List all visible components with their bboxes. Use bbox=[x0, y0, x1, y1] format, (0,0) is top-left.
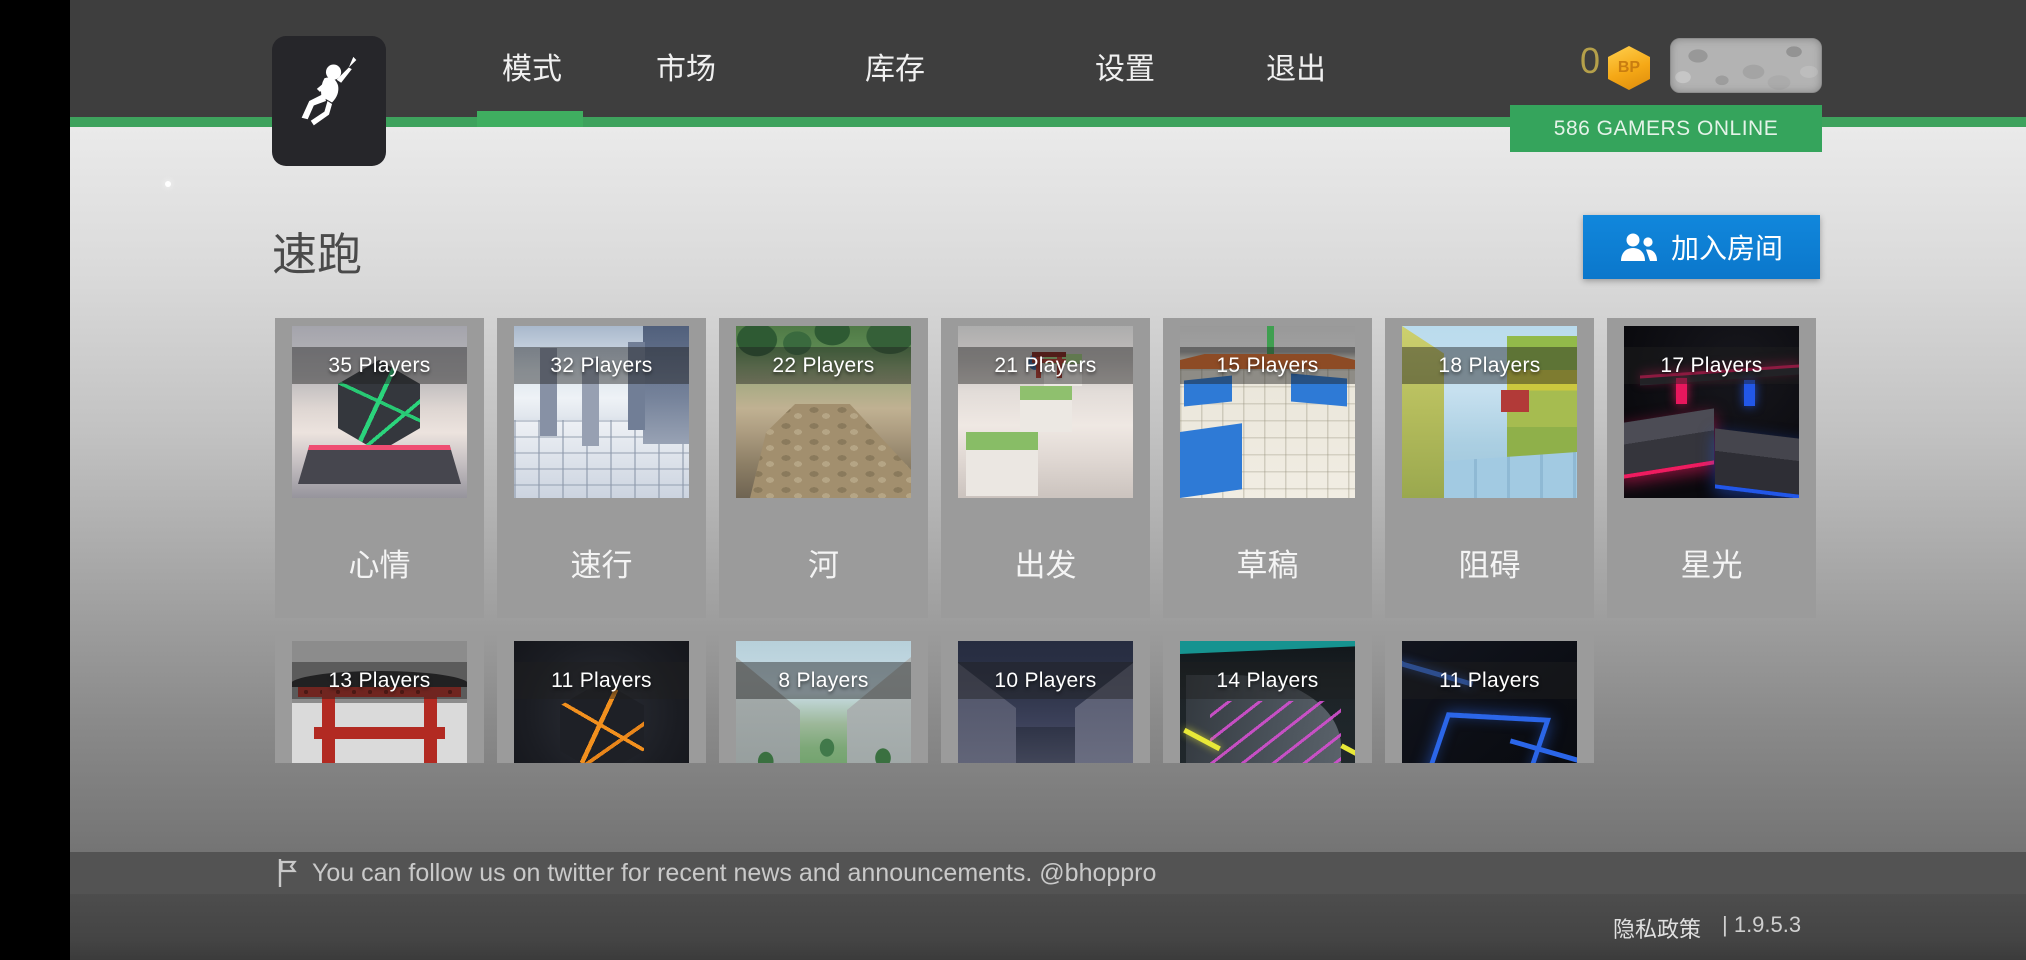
map-card-xingguang[interactable]: 17 Players 星光 bbox=[1607, 318, 1816, 618]
player-count-strip: 13 Players bbox=[292, 662, 467, 699]
dust-particle bbox=[165, 181, 171, 187]
map-card-orange-cube[interactable]: 11 Players bbox=[497, 633, 706, 763]
thumb-decor bbox=[736, 641, 911, 763]
join-room-label: 加入房间 bbox=[1670, 233, 1783, 264]
game-menu-screen: 模式 市场 库存 设置 退出 0 BP 586 GAMERS ONLINE 速跑… bbox=[0, 0, 2026, 960]
map-card-torii[interactable]: 13 Players bbox=[275, 633, 484, 763]
player-count: 15 Players bbox=[1216, 353, 1319, 377]
player-count-strip: 11 Players bbox=[1402, 662, 1577, 699]
player-count-strip: 21 Players bbox=[958, 347, 1133, 384]
player-count-strip: 15 Players bbox=[1180, 347, 1355, 384]
privacy-policy-link[interactable]: 隐私政策 bbox=[1613, 912, 1701, 944]
player-count: 18 Players bbox=[1438, 353, 1541, 377]
map-card-garden[interactable]: 8 Players bbox=[719, 633, 928, 763]
map-card-neon-ramp[interactable]: 14 Players bbox=[1163, 633, 1372, 763]
player-count: 14 Players bbox=[1216, 668, 1319, 692]
player-count: 10 Players bbox=[994, 668, 1097, 692]
map-card-zuai[interactable]: 18 Players 阻碍 bbox=[1385, 318, 1594, 618]
player-count-strip: 35 Players bbox=[292, 347, 467, 384]
map-thumbnail-neon-platforms: 17 Players bbox=[1624, 326, 1799, 498]
thumb-decor bbox=[1180, 423, 1242, 498]
player-count: 17 Players bbox=[1660, 353, 1763, 377]
map-name: 草稿 bbox=[1236, 548, 1299, 583]
map-name: 心情 bbox=[348, 548, 411, 583]
map-name: 河 bbox=[808, 548, 839, 583]
player-count-strip: 22 Players bbox=[736, 347, 911, 384]
player-count-strip: 18 Players bbox=[1402, 347, 1577, 384]
player-count: 22 Players bbox=[772, 353, 875, 377]
thumb-decor bbox=[1016, 727, 1075, 763]
player-count: 11 Players bbox=[551, 668, 652, 692]
player-profile-button[interactable] bbox=[1670, 38, 1822, 93]
map-card-blue-squares[interactable]: 11 Players bbox=[1385, 633, 1594, 763]
app-logo[interactable] bbox=[272, 36, 386, 166]
map-card-chufa[interactable]: 21 Players 出发 bbox=[941, 318, 1150, 618]
player-count-strip: 11 Players bbox=[514, 662, 689, 699]
player-count-strip: 17 Players bbox=[1624, 347, 1799, 384]
map-thumbnail-torii-gate: 13 Players bbox=[292, 641, 467, 763]
map-thumbnail-grass-blocks: 21 Players bbox=[958, 326, 1133, 498]
map-thumbnail-draft-tiles: 15 Players bbox=[1180, 326, 1355, 498]
map-thumbnail-hex-cube-green: 35 Players bbox=[292, 326, 467, 498]
map-thumbnail-hex-cube-orange: 11 Players bbox=[514, 641, 689, 763]
map-card-corridor[interactable]: 10 Players bbox=[941, 633, 1150, 763]
announcement-bar: You can follow us on twitter for recent … bbox=[0, 852, 2026, 894]
people-icon bbox=[1620, 233, 1657, 261]
map-thumbnail-blue-squares: 11 Players bbox=[1402, 641, 1577, 763]
bhop-jumper-icon bbox=[301, 56, 357, 126]
map-thumbnail-night-corridor: 10 Players bbox=[958, 641, 1133, 763]
player-count: 13 Players bbox=[328, 668, 431, 692]
map-name: 星光 bbox=[1680, 548, 1743, 583]
map-card-he[interactable]: 22 Players 河 bbox=[719, 318, 928, 618]
version-label: | 1.9.5.3 bbox=[1722, 912, 1802, 937]
map-thumbnail-pillars: 32 Players bbox=[514, 326, 689, 498]
active-tab-underline bbox=[477, 111, 583, 127]
nav-tab-settings[interactable]: 设置 bbox=[1050, 44, 1200, 88]
join-room-button[interactable]: 加入房间 bbox=[1583, 215, 1820, 279]
player-count-strip: 8 Players bbox=[736, 662, 911, 699]
player-count-strip: 14 Players bbox=[1180, 662, 1355, 699]
map-card-suxing[interactable]: 32 Players 速行 bbox=[497, 318, 706, 618]
flag-icon bbox=[278, 859, 297, 887]
nav-tab-inventory[interactable]: 库存 bbox=[820, 44, 970, 88]
player-count: 21 Players bbox=[994, 353, 1097, 377]
player-count-strip: 32 Players bbox=[514, 347, 689, 384]
thumb-decor bbox=[1210, 701, 1341, 763]
thumb-decor bbox=[1501, 390, 1529, 412]
map-card-xinqing[interactable]: 35 Players 心情 bbox=[275, 318, 484, 618]
map-name: 出发 bbox=[1014, 548, 1077, 583]
player-count: 32 Players bbox=[550, 353, 653, 377]
player-count: 35 Players bbox=[328, 353, 431, 377]
map-card-caogao[interactable]: 15 Players 草稿 bbox=[1163, 318, 1372, 618]
map-thumbnail-river: 22 Players bbox=[736, 326, 911, 498]
nav-tab-market[interactable]: 市场 bbox=[611, 44, 761, 88]
player-count: 11 Players bbox=[1439, 668, 1540, 692]
map-name: 速行 bbox=[570, 548, 633, 583]
announcement-text: You can follow us on twitter for recent … bbox=[312, 858, 1157, 887]
gamers-online-badge: 586 GAMERS ONLINE bbox=[1510, 105, 1822, 152]
thumb-decor bbox=[1444, 452, 1577, 498]
map-name: 阻碍 bbox=[1458, 548, 1521, 583]
map-thumbnail-concrete-garden: 8 Players bbox=[736, 641, 911, 763]
coin-count: 0 bbox=[1579, 40, 1600, 81]
player-count: 8 Players bbox=[778, 668, 869, 692]
footer-bar: 隐私政策 | 1.9.5.3 bbox=[0, 894, 2026, 960]
left-letterbox bbox=[0, 0, 70, 960]
nav-tab-exit[interactable]: 退出 bbox=[1221, 44, 1371, 88]
thumb-decor bbox=[314, 727, 445, 739]
nav-tab-mode[interactable]: 模式 bbox=[457, 44, 607, 88]
map-thumbnail-neon-ramp: 14 Players bbox=[1180, 641, 1355, 763]
player-count-strip: 10 Players bbox=[958, 662, 1133, 699]
map-thumbnail-obstacle-blocks: 18 Players bbox=[1402, 326, 1577, 498]
